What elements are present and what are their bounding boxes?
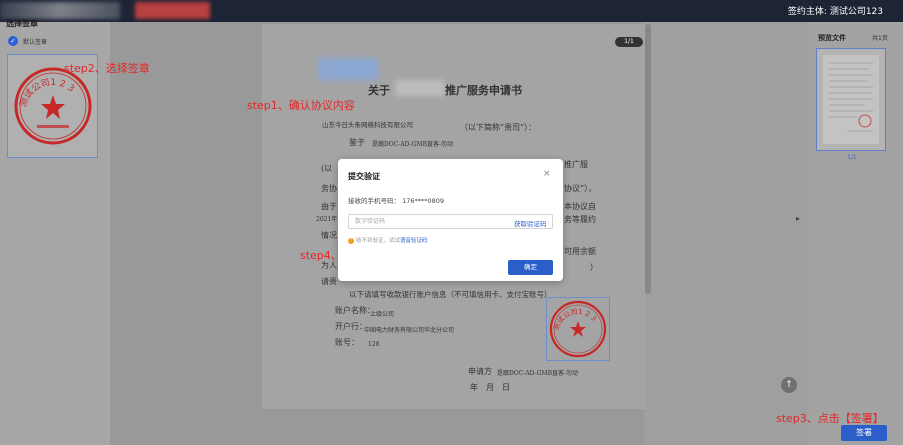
doc-frag: 2021年: [316, 216, 338, 223]
placed-seal[interactable]: 测试公司1 2 3: [546, 297, 610, 361]
verify-dialog: 提交验证 × 接收的手机号码： 176****0809 获取验证码 !收不到验证…: [338, 159, 563, 281]
get-code-button[interactable]: 获取验证码: [514, 218, 547, 228]
confirm-button[interactable]: 确定: [508, 260, 553, 275]
check-icon: ✓: [8, 36, 18, 46]
phone-value: 176****0809: [402, 197, 445, 205]
doc-frag: 可用余额: [564, 247, 596, 256]
warning-icon: !: [348, 237, 354, 244]
doc-frag: 情况: [321, 231, 337, 240]
doc-line2: 是跟DOC-AD-GMB直客-勿动: [372, 141, 454, 148]
step2-annotation: step2、选择签章: [64, 62, 150, 75]
doc-frag: 推广服: [564, 160, 588, 169]
doc-frag: 务等履约: [564, 215, 596, 224]
phone-label: 接收的手机号码：: [348, 197, 400, 205]
doc-frag: 协议”），: [564, 184, 597, 193]
blurred-title-fragment-2: [395, 80, 445, 96]
doc-title-left: 关于: [368, 84, 390, 97]
star-icon: [570, 321, 586, 337]
doc-frag: 请贵: [321, 277, 337, 286]
page-indicator: 1/1: [615, 37, 643, 47]
doc-company: 山东今日头条网络科技有限公司: [322, 121, 413, 129]
doc-frag: 本协议自: [564, 202, 596, 211]
phone-line: 接收的手机号码： 176****0809: [348, 195, 444, 205]
doc-frag: (以: [321, 164, 333, 173]
doc-company-suffix: （以下简称“贵司”）：: [460, 123, 537, 132]
doc-title-right: 推广服务申请书: [445, 84, 522, 97]
doc-applicant-label: 申请方: [468, 367, 492, 376]
seal-panel-title: 选择签章: [6, 19, 38, 28]
preview-title: 预览文件: [818, 34, 846, 42]
doc-bank-label: 开户行：: [335, 322, 367, 331]
star-icon: [41, 95, 65, 119]
top-bar: 签约主体: 测试公司123: [0, 0, 903, 22]
doc-frag: 由于: [321, 202, 337, 211]
doc-bank-intro: 以下请填写收款银行账户信息（不可填信用卡、支付宝账号）: [349, 290, 552, 299]
voice-code-link[interactable]: 语音验证码: [400, 238, 428, 244]
preview-count: 共1页: [872, 35, 888, 42]
doc-frag: 务协: [321, 184, 337, 193]
blurred-title-fragment: [318, 58, 378, 80]
doc-applicant-value: 是跟DOC-AD-GMB直客-勿动: [497, 370, 579, 377]
doc-bank-value: 中国电力财务有限公司华北分公司: [364, 327, 455, 334]
doc-date: 年 月 日: [470, 383, 510, 392]
doc-account-name-value: 上级公司: [370, 311, 395, 318]
doc-frag: ）: [590, 263, 598, 272]
doc-line2-prefix: 鉴于: [349, 138, 365, 147]
dialog-title: 提交验证: [348, 172, 380, 181]
scroll-top-button[interactable]: ↑: [781, 377, 797, 393]
preview-thumbnail[interactable]: [816, 48, 886, 151]
seal-name: 默认签章: [23, 39, 48, 46]
document-scrollbar[interactable]: [645, 24, 651, 294]
close-icon[interactable]: ×: [543, 169, 551, 179]
code-input-wrapper: 获取验证码: [348, 214, 553, 229]
doc-account-name-label: 账户名称：: [335, 306, 375, 315]
hint-text: 收不到验证，试试: [356, 238, 401, 244]
step1-annotation: step1、确认协议内容: [247, 99, 355, 112]
step3-annotation: step3、点击【签署】: [776, 412, 884, 425]
doc-account-no-value: 128: [368, 341, 380, 348]
hint-line: ! 收不到验证，试试语音验证码: [348, 236, 428, 244]
preview-page: 1/1: [847, 154, 857, 161]
blurred-title: [135, 2, 210, 19]
doc-account-no-label: 账号：: [335, 338, 359, 347]
code-input[interactable]: [355, 217, 495, 227]
blurred-logo: [0, 2, 120, 19]
sign-button[interactable]: 签署: [841, 425, 887, 441]
chevron-right-icon[interactable]: ▸: [796, 214, 800, 223]
signer-label: 签约主体: 测试公司123: [787, 7, 883, 17]
seal-image: 测试公司1 2 3: [549, 300, 607, 358]
